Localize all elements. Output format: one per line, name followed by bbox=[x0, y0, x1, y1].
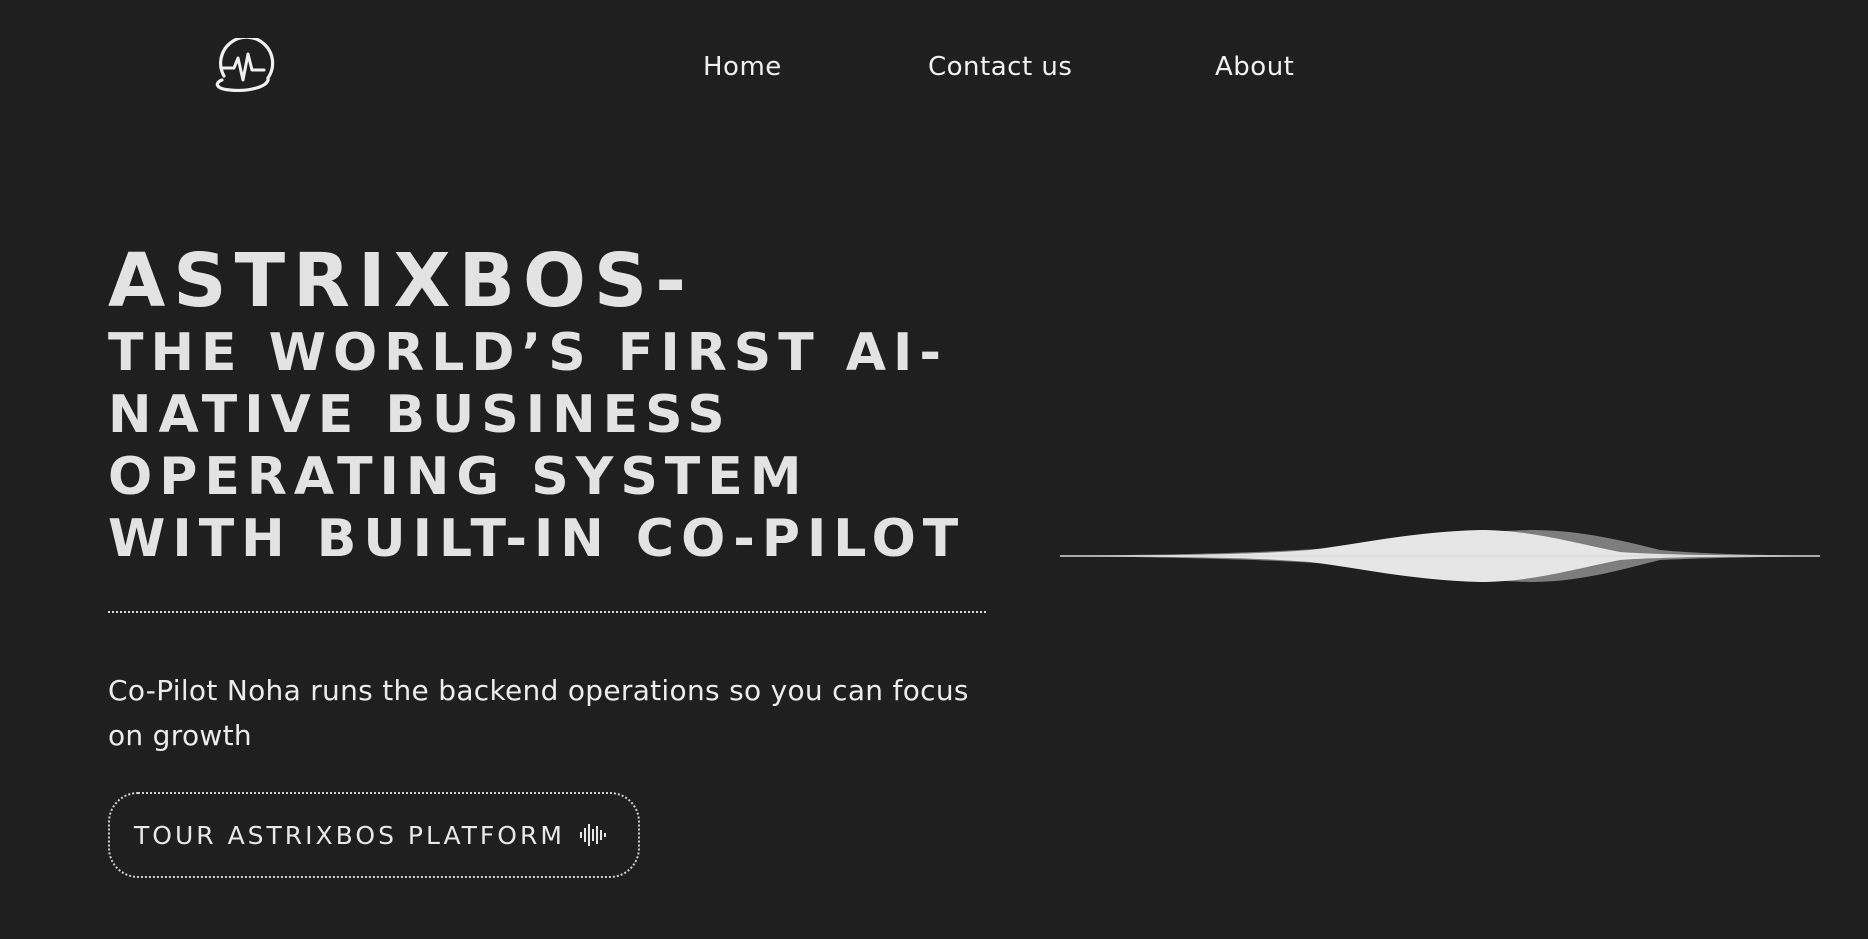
tour-platform-button-label: TOUR ASTRIXBOS PLATFORM bbox=[134, 820, 565, 850]
hero-title-tagline: THE WORLD’S FIRST AI-NATIVE BUSINESS OPE… bbox=[108, 323, 966, 569]
nav-home-link[interactable]: Home bbox=[703, 52, 782, 82]
hero-title-brand: ASTRIXBOS- bbox=[108, 238, 694, 324]
nav-about-link[interactable]: About bbox=[1215, 52, 1294, 82]
sound-wave-graphic bbox=[1060, 530, 1820, 582]
audio-waveform-icon bbox=[579, 824, 606, 846]
dotted-divider bbox=[108, 611, 986, 613]
main-navigation: Home Contact us About bbox=[0, 52, 1868, 92]
nav-contact-link[interactable]: Contact us bbox=[928, 52, 1072, 82]
hero-title: ASTRIXBOS- THE WORLD’S FIRST AI-NATIVE B… bbox=[108, 240, 1008, 570]
tour-platform-button[interactable]: TOUR ASTRIXBOS PLATFORM bbox=[108, 792, 640, 878]
landing-page: Home Contact us About ASTRIXBOS- THE WOR… bbox=[0, 0, 1868, 939]
hero-subtitle: Co-Pilot Noha runs the backend operation… bbox=[108, 674, 969, 752]
